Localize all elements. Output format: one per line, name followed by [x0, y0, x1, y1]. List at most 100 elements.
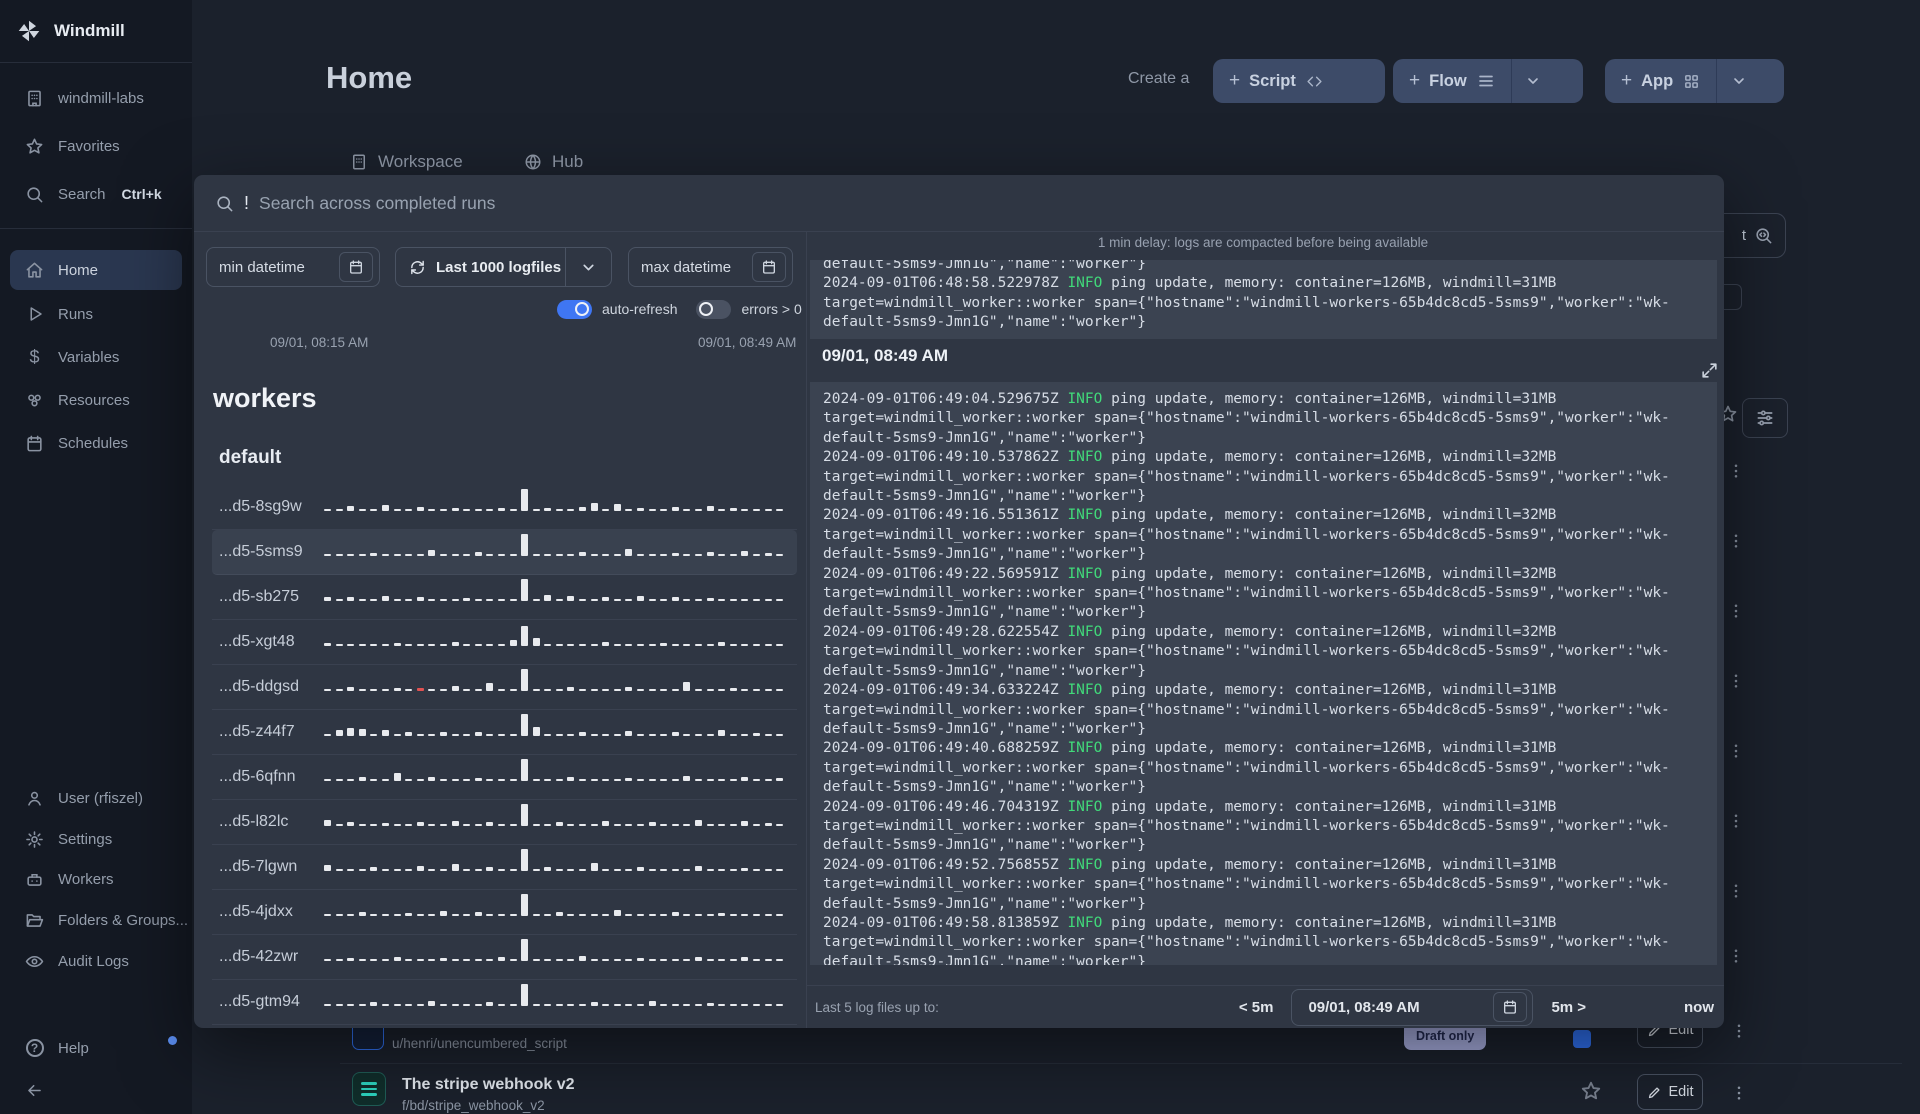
auto-refresh-label: auto-refresh: [602, 301, 678, 317]
logfiles-count-select[interactable]: Last 1000 logfiles: [395, 247, 612, 287]
calendar-icon[interactable]: [752, 252, 786, 282]
item-path[interactable]: u/henri/unencumbered_script: [392, 1036, 567, 1051]
kebab-menu-icon[interactable]: [1726, 670, 1746, 692]
workers-heading: workers: [213, 383, 317, 413]
sidebar-item-runs[interactable]: Runs: [0, 294, 192, 334]
sidebar-item-label: Audit Logs: [58, 952, 129, 970]
worker-activity-sparkline[interactable]: [324, 579, 797, 610]
worker-row[interactable]: ...d5-ddgsd: [212, 665, 797, 710]
filter-settings-button[interactable]: [1742, 398, 1788, 438]
sidebar-collapse-button[interactable]: [0, 1070, 192, 1110]
global-search-bar[interactable]: !: [194, 175, 1724, 232]
flow-dropdown-button[interactable]: [1510, 59, 1555, 103]
worker-activity-sparkline[interactable]: [324, 984, 797, 1015]
worker-activity-sparkline[interactable]: [324, 939, 797, 970]
sidebar-item-audit-logs[interactable]: Audit Logs: [0, 941, 192, 981]
app-dropdown-button[interactable]: [1716, 59, 1760, 103]
worker-row[interactable]: ...d5-8sg9w: [212, 485, 797, 530]
sidebar-item-resources[interactable]: Resources: [0, 380, 192, 420]
log-level-info: INFO: [1067, 740, 1103, 757]
worker-row[interactable]: ...d5-z44f7: [212, 710, 797, 755]
next-5m-button[interactable]: 5m >: [1551, 999, 1586, 1016]
calendar-icon[interactable]: [339, 252, 373, 282]
min-datetime-input[interactable]: min datetime: [206, 247, 380, 287]
code-search-icon: [1754, 226, 1773, 245]
log-main-box[interactable]: 2024-09-01T06:49:04.529675Z INFO ping up…: [810, 382, 1717, 965]
worker-row[interactable]: ...d5-6qfnn: [212, 755, 797, 800]
kebab-menu-icon[interactable]: [1726, 740, 1746, 762]
windmill-brand[interactable]: Windmill: [0, 10, 192, 52]
worker-name: ...d5-z44f7: [219, 723, 295, 740]
log-level-info: INFO: [1067, 682, 1103, 699]
kebab-menu-icon[interactable]: [1726, 460, 1746, 482]
worker-activity-sparkline[interactable]: [324, 626, 797, 655]
kebab-menu-icon[interactable]: [1726, 600, 1746, 622]
footer-datetime-input[interactable]: 09/01, 08:49 AM: [1291, 988, 1534, 1026]
worker-activity-sparkline[interactable]: [324, 804, 797, 835]
expand-icon[interactable]: [1700, 361, 1719, 380]
max-datetime-input[interactable]: max datetime: [628, 247, 793, 287]
worker-activity-sparkline[interactable]: [324, 534, 797, 565]
worker-row[interactable]: ...d5-7lgwn: [212, 845, 797, 890]
sidebar-item-folders-groups[interactable]: Folders & Groups...: [0, 900, 192, 940]
create-flow-button[interactable]: + Flow: [1393, 59, 1583, 103]
worker-activity-sparkline[interactable]: [324, 669, 797, 700]
range-start-label: 09/01, 08:15 AM: [270, 335, 369, 350]
edit-button[interactable]: Edit: [1637, 1074, 1703, 1110]
worker-activity-sparkline[interactable]: [324, 759, 797, 790]
button-label-fragment: t: [1741, 227, 1746, 244]
worker-name: ...d5-6qfnn: [219, 768, 296, 785]
sidebar-item-workers[interactable]: Workers: [0, 859, 192, 899]
now-button[interactable]: now: [1684, 999, 1714, 1016]
worker-row[interactable]: ...d5-4jdxx: [212, 890, 797, 935]
worker-name: ...d5-sb275: [219, 588, 300, 605]
item-title[interactable]: The stripe webhook v2: [402, 1076, 574, 1094]
sidebar-item-home[interactable]: Home: [10, 250, 182, 290]
worker-name: ...d5-5sms9: [219, 543, 303, 560]
tab-workspace[interactable]: Workspace: [350, 152, 463, 172]
sidebar-item-workspace[interactable]: windmill-labs: [0, 78, 192, 118]
auto-refresh-toggle[interactable]: [557, 299, 592, 319]
sidebar-item-favorites[interactable]: Favorites: [0, 126, 192, 166]
item-path[interactable]: f/bd/stripe_webhook_v2: [402, 1098, 545, 1113]
kebab-menu-icon[interactable]: [1726, 530, 1746, 552]
worker-activity-sparkline[interactable]: [324, 489, 797, 520]
favorite-star-icon[interactable]: [1580, 1080, 1602, 1102]
create-script-button[interactable]: + Script: [1213, 59, 1385, 103]
kebab-menu-icon[interactable]: [1726, 810, 1746, 832]
tab-hub[interactable]: Hub: [524, 152, 583, 172]
errors-only-toggle[interactable]: [696, 299, 732, 319]
log-top-box[interactable]: default-5sms9-Jmn1G","name":"worker"} 20…: [810, 260, 1717, 339]
sidebar-item-label: Workers: [58, 870, 114, 888]
worker-activity-sparkline[interactable]: [324, 894, 797, 925]
calendar-icon[interactable]: [1493, 992, 1528, 1022]
globe-icon: [524, 153, 542, 171]
sidebar-item-search[interactable]: Search Ctrl+k: [0, 174, 192, 214]
worker-activity-sparkline[interactable]: [324, 714, 797, 745]
create-app-button[interactable]: + App: [1605, 59, 1784, 103]
sidebar-item-help[interactable]: ? Help: [0, 1028, 192, 1068]
sidebar-item-variables[interactable]: $ Variables: [0, 337, 192, 377]
worker-row[interactable]: ...d5-gtm94: [212, 980, 797, 1025]
pencil-icon: [1647, 1085, 1662, 1100]
brand-label: Windmill: [54, 21, 125, 40]
worker-row[interactable]: ...d5-5sms9: [212, 530, 797, 575]
sidebar-item-schedules[interactable]: Schedules: [0, 423, 192, 463]
previous-5m-button[interactable]: < 5m: [1239, 999, 1274, 1016]
search-input[interactable]: [259, 192, 1160, 214]
worker-list: ...d5-8sg9w ...d5-5sms9 ...d5-sb275 ...d5-x…: [212, 485, 797, 1025]
worker-row[interactable]: ...d5-42zwr: [212, 935, 797, 980]
kebab-menu-icon[interactable]: [1726, 945, 1746, 967]
kebab-menu-icon[interactable]: [1729, 1020, 1749, 1042]
sidebar-item-settings[interactable]: Settings: [0, 819, 192, 859]
building-icon: [350, 153, 368, 171]
kebab-menu-icon[interactable]: [1729, 1082, 1749, 1104]
worker-row[interactable]: ...d5-sb275: [212, 575, 797, 620]
worker-activity-sparkline[interactable]: [324, 849, 797, 880]
worker-row[interactable]: ...d5-xgt48: [212, 620, 797, 665]
sidebar-item-label: Help: [58, 1039, 89, 1057]
divider: [0, 228, 192, 229]
kebab-menu-icon[interactable]: [1726, 880, 1746, 902]
worker-row[interactable]: ...d5-l82lc: [212, 800, 797, 845]
sidebar-item-user[interactable]: User (rfiszel): [0, 778, 192, 818]
